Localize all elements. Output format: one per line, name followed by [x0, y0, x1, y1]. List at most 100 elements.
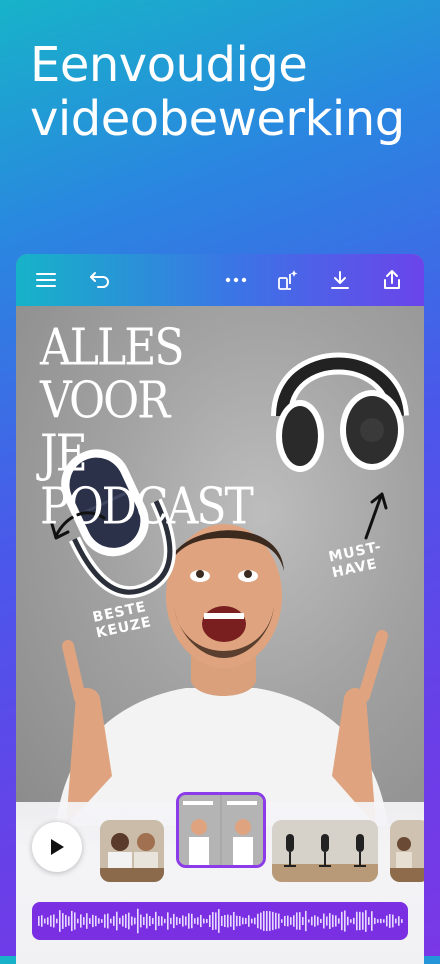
waveform-bar — [323, 913, 325, 929]
waveform-bar — [392, 914, 394, 928]
waveform-bar — [200, 914, 202, 928]
timeline-clip-microphones[interactable] — [272, 820, 378, 882]
waveform-bar — [194, 918, 196, 924]
waveform-bar — [140, 914, 142, 928]
waveform-bar — [389, 914, 391, 928]
waveform-bar — [308, 919, 310, 923]
waveform-bar — [329, 913, 331, 929]
waveform-bar — [281, 919, 283, 923]
timeline-clip-selected[interactable] — [176, 792, 266, 868]
waveform-bar — [230, 915, 232, 927]
waveform-bar — [305, 910, 307, 932]
poster-thumbnail — [179, 795, 263, 865]
waveform-bar — [83, 917, 85, 925]
poster-title-line-2: JE PODCAST — [40, 424, 254, 536]
two-hosts-thumbnail — [100, 820, 164, 882]
waveform-bar — [359, 911, 361, 931]
play-button[interactable] — [32, 822, 82, 872]
waveform-bar — [191, 913, 193, 929]
waveform-bar — [131, 916, 133, 926]
waveform-bar — [47, 917, 49, 925]
waveform-bar — [113, 916, 115, 926]
waveform-bar — [299, 912, 301, 930]
waveform-bar — [266, 910, 268, 932]
waveform-bar — [278, 913, 280, 929]
waveform-bar — [371, 911, 373, 931]
editor-toolbar — [16, 254, 424, 306]
design-canvas[interactable]: ALLES VOOR JE PODCAST BESTE KEUZE MUST- … — [16, 306, 424, 826]
waveform-bar — [284, 915, 286, 927]
microphones-thumbnail — [272, 820, 378, 882]
headline-line-1: Eenvoudige — [30, 37, 308, 93]
waveform-bar — [98, 918, 100, 924]
waveform-bar — [377, 919, 379, 923]
waveform-bar — [386, 915, 388, 927]
waveform-bar — [227, 914, 229, 928]
waveform-bar — [347, 916, 349, 926]
share-icon[interactable] — [376, 264, 408, 296]
waveform-bar — [302, 916, 304, 926]
waveform-bar — [38, 916, 40, 926]
waveform-bar — [122, 915, 124, 927]
waveform-bar — [245, 917, 247, 925]
waveform-bar — [269, 911, 271, 931]
waveform-bar — [314, 915, 316, 927]
audio-waveform[interactable] — [32, 902, 408, 940]
waveform-bar — [290, 917, 292, 925]
waveform-bar — [239, 916, 241, 926]
waveform-bar — [161, 916, 163, 926]
waveform-bar — [242, 917, 244, 925]
waveform-bar — [62, 913, 64, 929]
waveform-bar — [287, 915, 289, 927]
menu-icon[interactable] — [30, 264, 62, 296]
waveform-bar — [260, 912, 262, 930]
waveform-bar — [236, 915, 238, 927]
waveform-bar — [104, 914, 106, 928]
waveform-bar — [197, 917, 199, 925]
waveform-bar — [158, 916, 160, 926]
waveform-bar — [152, 917, 154, 925]
waveform-bar — [41, 915, 43, 927]
waveform-bar — [167, 912, 169, 930]
waveform-bar — [356, 911, 358, 931]
magic-resize-icon[interactable] — [272, 264, 304, 296]
waveform-bar — [128, 912, 130, 930]
waveform-bar — [218, 909, 220, 933]
waveform-bar — [317, 916, 319, 926]
waveform-bar — [203, 918, 205, 924]
timeline-clip-two-hosts[interactable] — [100, 820, 164, 882]
waveform-bar — [398, 916, 400, 926]
waveform-bar — [272, 911, 274, 931]
waveform-bar — [257, 913, 259, 929]
waveform-bar — [53, 914, 55, 928]
more-icon[interactable] — [220, 264, 252, 296]
waveform-bar — [311, 916, 313, 926]
headline-line-2: videobewerking — [30, 91, 405, 147]
waveform-bar — [170, 917, 172, 925]
waveform-bar — [395, 918, 397, 924]
poster-title: ALLES VOOR JE PODCAST — [40, 321, 300, 536]
waveform-bar — [332, 914, 334, 928]
waveform-bar — [224, 914, 226, 928]
waveform-bar — [137, 908, 139, 934]
waveform-bar — [44, 918, 46, 924]
undo-icon[interactable] — [84, 264, 116, 296]
waveform-bar — [125, 914, 127, 928]
download-icon[interactable] — [324, 264, 356, 296]
waveform-bar — [110, 918, 112, 924]
waveform-bar — [80, 914, 82, 928]
waveform-bar — [275, 912, 277, 930]
waveform-bar — [149, 915, 151, 927]
waveform-bar — [116, 911, 118, 931]
waveform-bar — [383, 919, 385, 923]
waveform-bar — [374, 917, 376, 925]
timeline-clip-studio[interactable] — [390, 820, 424, 882]
waveform-bar — [248, 915, 250, 927]
waveform-bar — [212, 912, 214, 930]
video-timeline — [16, 792, 424, 964]
waveform-bar — [59, 910, 61, 932]
waveform-bar — [362, 912, 364, 930]
waveform-bar — [263, 911, 265, 931]
waveform-bar — [176, 916, 178, 926]
waveform-bar — [401, 919, 403, 923]
